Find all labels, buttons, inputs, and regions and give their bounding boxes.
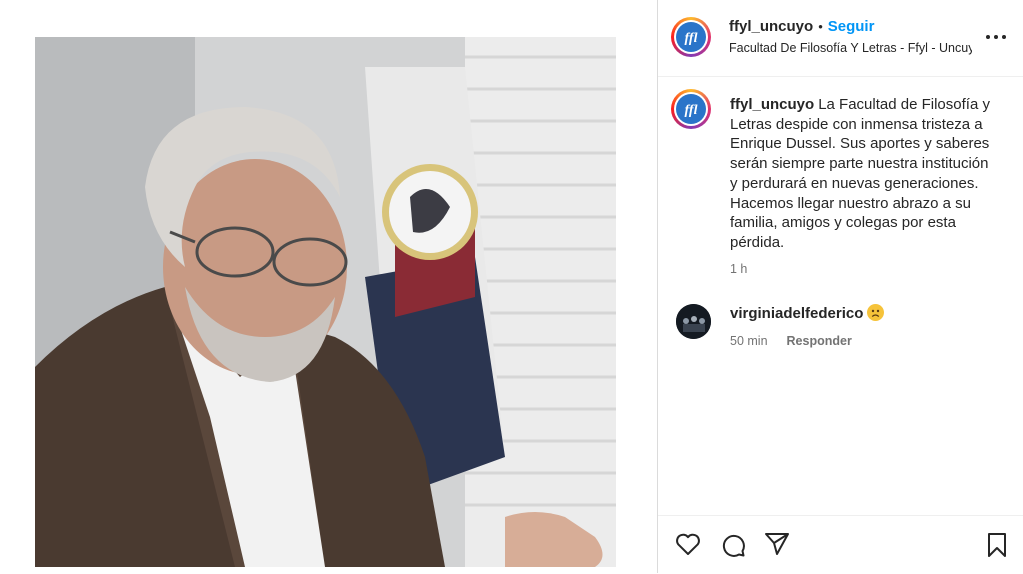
caption-text: La Facultad de Filosofía y Letras despid… (730, 96, 990, 251)
header-username[interactable]: ffyl_uncuyo (729, 18, 813, 35)
svg-text:ffl: ffl (685, 103, 698, 118)
separator-dot: • (818, 19, 823, 34)
comment-icon[interactable] (720, 532, 746, 558)
post-header: ffl ffyl_uncuyo • Seguir Facultad De Filos… (658, 0, 1023, 77)
post-photo[interactable] (35, 37, 616, 567)
send-icon[interactable] (764, 532, 790, 556)
author-avatar[interactable]: ffl (671, 17, 711, 57)
bookmark-icon[interactable] (987, 532, 1007, 558)
post-side-panel: ffl ffyl_uncuyo • Seguir Facultad De Filos… (658, 0, 1023, 573)
caption-username[interactable]: ffyl_uncuyo (730, 96, 814, 113)
caption-avatar[interactable]: ffl (671, 89, 711, 129)
svg-text:ffl: ffl (685, 31, 698, 46)
comment-username[interactable]: virginiadelfederico (730, 305, 863, 322)
ffyl-logo-icon: ffl (676, 22, 706, 52)
sad-face-emoji-icon (867, 304, 885, 321)
reply-button[interactable]: Responder (787, 334, 852, 348)
comment-line: virginiadelfederico (730, 304, 885, 322)
follow-button[interactable]: Seguir (828, 18, 875, 35)
post-actions-bar (658, 515, 1023, 574)
comment-timestamp[interactable]: 50 min (730, 334, 768, 348)
more-options-icon[interactable] (986, 29, 1006, 45)
comment-meta: 50 min Responder (730, 334, 852, 348)
ffyl-logo-icon: ffl (676, 94, 706, 124)
header-user-line: ffyl_uncuyo • Seguir (729, 18, 874, 35)
post-location[interactable]: Facultad De Filosofía Y Letras - Ffyl - … (729, 41, 972, 55)
post-caption: ffyl_uncuyo La Facultad de Filosofía y Le… (730, 95, 1000, 253)
commenter-avatar[interactable] (676, 304, 711, 339)
heart-icon[interactable] (675, 532, 701, 556)
caption-timestamp[interactable]: 1 h (730, 262, 747, 276)
post-media-area (0, 0, 657, 573)
